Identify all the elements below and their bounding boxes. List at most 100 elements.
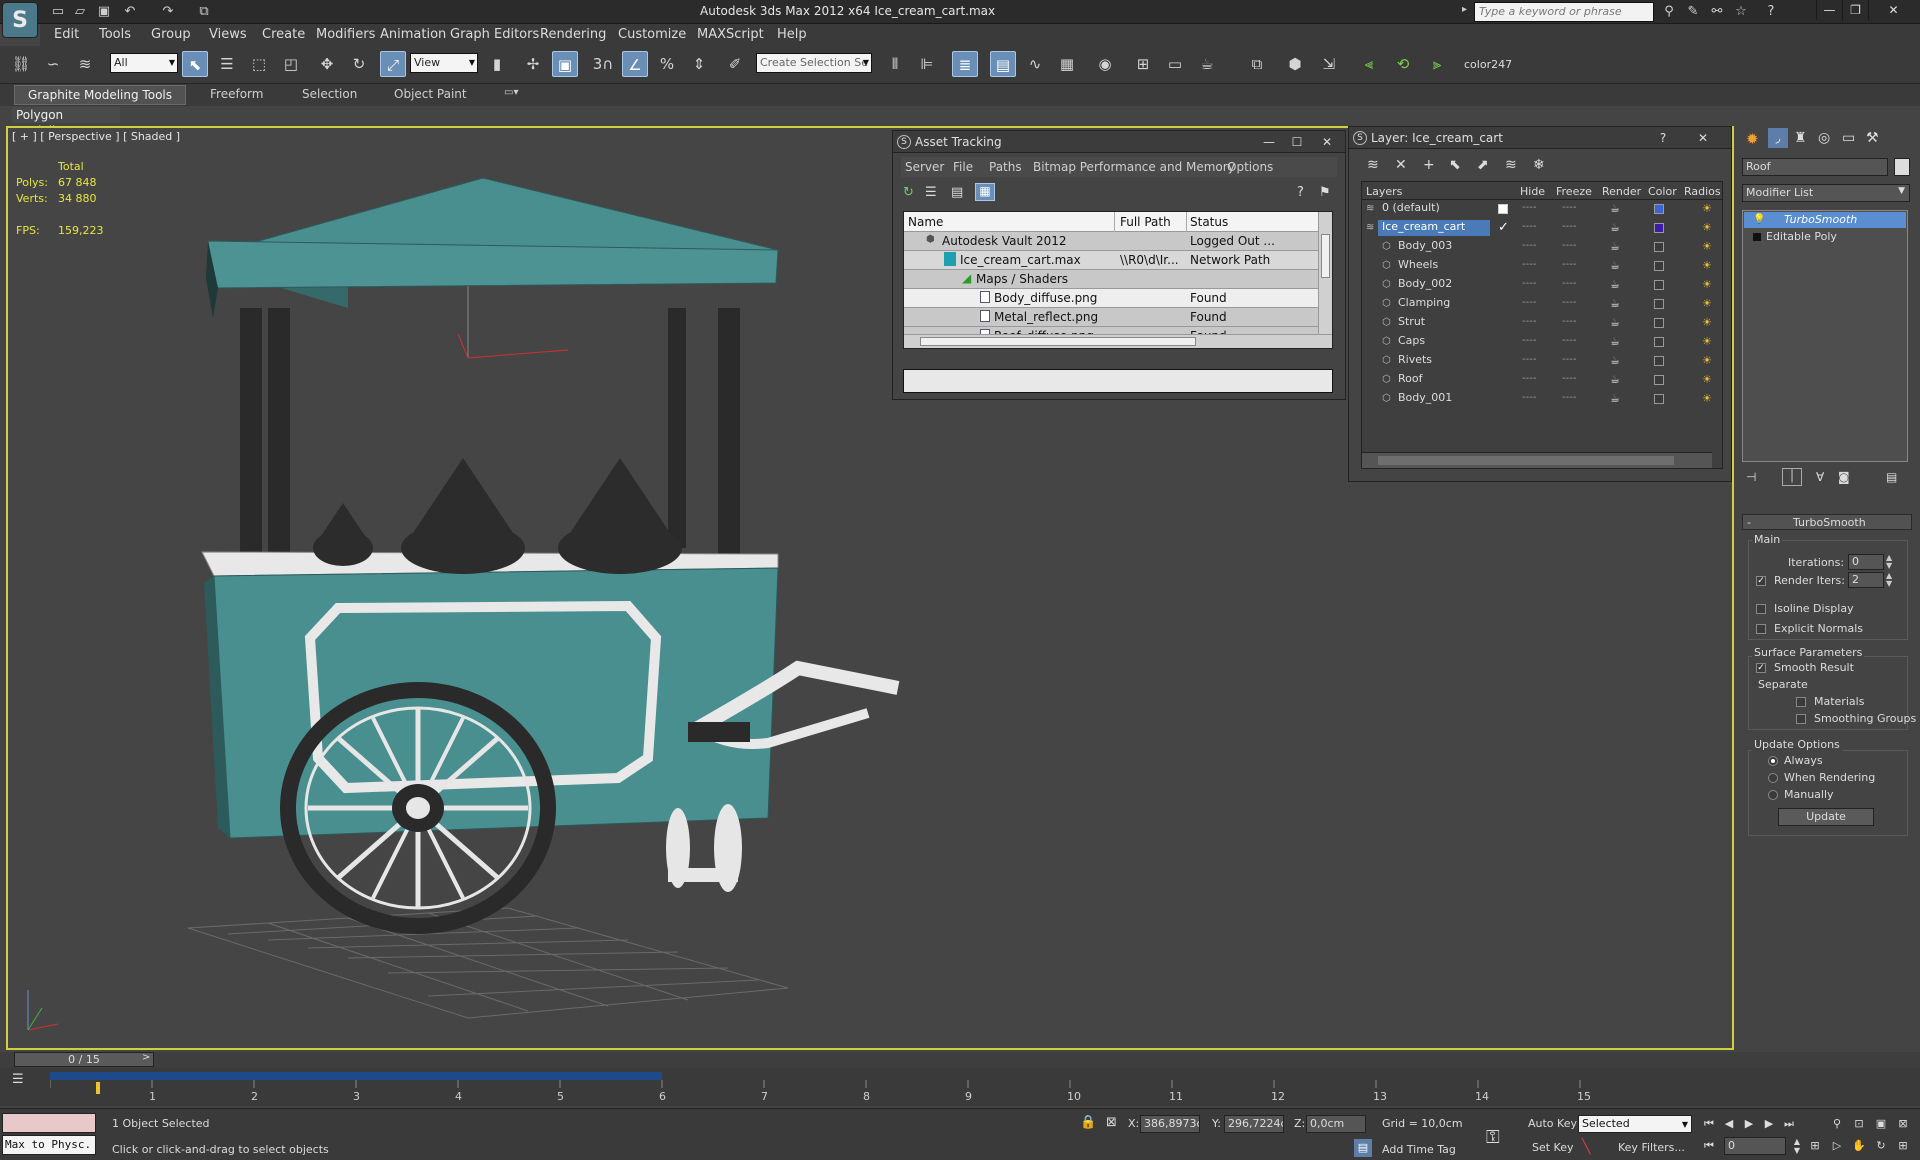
modify-tab-icon[interactable]: ◞: [1768, 128, 1788, 148]
previous-frame-icon[interactable]: ◀: [1720, 1115, 1738, 1133]
radiosity-icon[interactable]: ☀: [1702, 240, 1712, 253]
table-view-icon[interactable]: ▦: [975, 183, 995, 201]
modifier-list-dropdown[interactable]: Modifier List ▼: [1742, 184, 1910, 202]
column-name[interactable]: Name: [908, 215, 943, 229]
layer-color-swatch[interactable]: [1654, 280, 1664, 290]
move-icon[interactable]: ✥: [314, 51, 340, 77]
track-bar[interactable]: ☰ 1 2 3 4 5 6 7 8 9 10 11 12 13 14 15: [0, 1068, 1920, 1106]
toolbar-extra-5-icon[interactable]: ⟲: [1390, 51, 1416, 77]
delete-layer-icon[interactable]: ✕: [1395, 157, 1407, 173]
project-folder-icon[interactable]: ⧉: [194, 3, 214, 21]
render-production-icon[interactable]: ☕: [1194, 51, 1220, 77]
set-key-button[interactable]: Set Key: [1532, 1141, 1574, 1154]
tab-selection[interactable]: Selection: [302, 87, 357, 101]
spinner-snap-icon[interactable]: ⇕: [686, 51, 712, 77]
percent-snap-icon[interactable]: %: [654, 51, 680, 77]
radiosity-icon[interactable]: ☀: [1702, 392, 1712, 405]
pan-icon[interactable]: ✋: [1850, 1137, 1868, 1155]
radiosity-icon[interactable]: ☀: [1702, 221, 1712, 234]
explicit-normals-checkbox[interactable]: [1756, 624, 1766, 634]
snaps-toggle-icon[interactable]: 3∩: [590, 51, 616, 77]
maxscript-mini-listener[interactable]: Max to Physc.: [2, 1135, 96, 1155]
field-of-view-icon[interactable]: ▷: [1828, 1137, 1846, 1155]
toolbar-extra-2-icon[interactable]: ⬢: [1282, 51, 1308, 77]
radiosity-icon[interactable]: ☀: [1702, 278, 1712, 291]
render-teapot-icon[interactable]: ☕: [1610, 221, 1620, 234]
layer-hscroll-thumb[interactable]: [1378, 456, 1674, 465]
layer-row[interactable]: ⬡ Strut ---- ---- ☕ ☀: [1362, 314, 1722, 333]
menu-modifiers[interactable]: Modifiers: [316, 27, 375, 42]
highlight-layer-icon[interactable]: ⬈: [1477, 157, 1489, 173]
asset-menu-paths[interactable]: Paths: [989, 160, 1022, 174]
column-radios[interactable]: Radios: [1684, 185, 1721, 198]
hide-toggle[interactable]: ----: [1522, 316, 1536, 327]
close-button[interactable]: ✕: [1868, 0, 1918, 20]
z-coordinate-field[interactable]: 0,0cm: [1306, 1115, 1366, 1133]
menu-customize[interactable]: Customize: [618, 27, 686, 42]
mini-curve-editor-icon[interactable]: ☰: [12, 1072, 24, 1087]
time-next-icon[interactable]: >: [142, 1052, 150, 1063]
render-teapot-icon[interactable]: ☕: [1610, 392, 1620, 405]
stack-item-turbosmooth[interactable]: TurboSmooth: [1744, 212, 1906, 228]
pin-stack-icon[interactable]: ⊣: [1746, 470, 1756, 484]
hide-toggle[interactable]: ----: [1522, 354, 1536, 365]
motion-tab-icon[interactable]: ◎: [1818, 130, 1830, 146]
layer-row[interactable]: ≋ Ice_cream_cart ✓ ---- ---- ☕ ☀: [1362, 219, 1722, 238]
unlink-icon[interactable]: ∽: [40, 51, 66, 77]
materials-checkbox[interactable]: [1796, 697, 1806, 707]
layer-manager-icon[interactable]: ≣: [952, 51, 978, 77]
layer-name[interactable]: Roof: [1394, 372, 1426, 388]
render-teapot-icon[interactable]: ☕: [1610, 354, 1620, 367]
key-mode-dropdown[interactable]: Selected ▼: [1578, 1115, 1692, 1133]
column-hide[interactable]: Hide: [1520, 185, 1545, 198]
go-to-start-icon[interactable]: ⏮: [1700, 1115, 1718, 1133]
redo-icon[interactable]: ↷: [158, 3, 178, 21]
schematic-view-icon[interactable]: ▦: [1054, 51, 1080, 77]
layer-name[interactable]: Body_002: [1394, 277, 1456, 293]
search-expand-icon[interactable]: ▸: [1462, 4, 1467, 15]
render-teapot-icon[interactable]: ☕: [1610, 202, 1620, 215]
display-tab-icon[interactable]: ▭: [1842, 130, 1855, 146]
hide-toggle[interactable]: ----: [1522, 278, 1536, 289]
maximize-viewport-icon[interactable]: ⊞: [1894, 1137, 1912, 1155]
iterations-input[interactable]: 0: [1848, 554, 1884, 570]
render-teapot-icon[interactable]: ☕: [1610, 278, 1620, 291]
layer-row[interactable]: ⬡ Body_001 ---- ---- ☕ ☀: [1362, 390, 1722, 409]
layer-row[interactable]: ⬡ Body_002 ---- ---- ☕ ☀: [1362, 276, 1722, 295]
render-teapot-icon[interactable]: ☕: [1610, 259, 1620, 272]
freeze-toggle[interactable]: ----: [1562, 335, 1576, 346]
ribbon-options-icon[interactable]: ▭▾: [504, 87, 518, 98]
radiosity-icon[interactable]: ☀: [1702, 373, 1712, 386]
freeze-toggle[interactable]: ----: [1562, 316, 1576, 327]
hide-toggle[interactable]: ----: [1522, 259, 1536, 270]
current-layer-indicator[interactable]: ✓: [1498, 221, 1509, 234]
layer-help-button[interactable]: ?: [1651, 128, 1675, 148]
refresh-icon[interactable]: ↻: [903, 185, 914, 200]
freeze-toggle[interactable]: ----: [1562, 354, 1576, 365]
layer-row[interactable]: ⬡ Body_003 ---- ---- ☕ ☀: [1362, 238, 1722, 257]
hide-toggle[interactable]: ----: [1522, 335, 1536, 346]
render-teapot-icon[interactable]: ☕: [1610, 335, 1620, 348]
freeze-toggle[interactable]: ----: [1562, 202, 1576, 213]
detail-view-icon[interactable]: ▤: [951, 185, 963, 200]
layer-row[interactable]: ⬡ Roof ---- ---- ☕ ☀: [1362, 371, 1722, 390]
freeze-toggle[interactable]: ----: [1562, 392, 1576, 403]
table-row[interactable]: ⬢ Autodesk Vault 2012 Logged Out ...: [904, 232, 1318, 251]
hide-toggle[interactable]: ----: [1522, 297, 1536, 308]
menu-graph-editors[interactable]: Graph Editors: [450, 27, 539, 42]
add-time-tag[interactable]: Add Time Tag: [1382, 1143, 1456, 1156]
select-in-layer-icon[interactable]: ⬉: [1449, 157, 1461, 173]
smoothing-groups-checkbox[interactable]: [1796, 714, 1806, 724]
keyboard-shortcut-override-icon[interactable]: ▣: [552, 51, 578, 77]
asset-minimize-button[interactable]: —: [1257, 132, 1281, 152]
menu-group[interactable]: Group: [151, 27, 191, 42]
isoline-display-checkbox[interactable]: [1756, 604, 1766, 614]
menu-help[interactable]: Help: [777, 27, 807, 42]
graphite-toggle-icon[interactable]: ▤: [990, 51, 1016, 77]
x-coordinate-field[interactable]: 386,8973c: [1140, 1115, 1200, 1133]
layer-color-swatch[interactable]: [1654, 261, 1664, 271]
table-row[interactable]: Body_diffuse.png Found: [904, 289, 1318, 308]
y-coordinate-field[interactable]: 296,7224c: [1224, 1115, 1284, 1133]
asset-menu-options[interactable]: Options: [1227, 160, 1273, 174]
select-by-name-icon[interactable]: ☰: [214, 51, 240, 77]
